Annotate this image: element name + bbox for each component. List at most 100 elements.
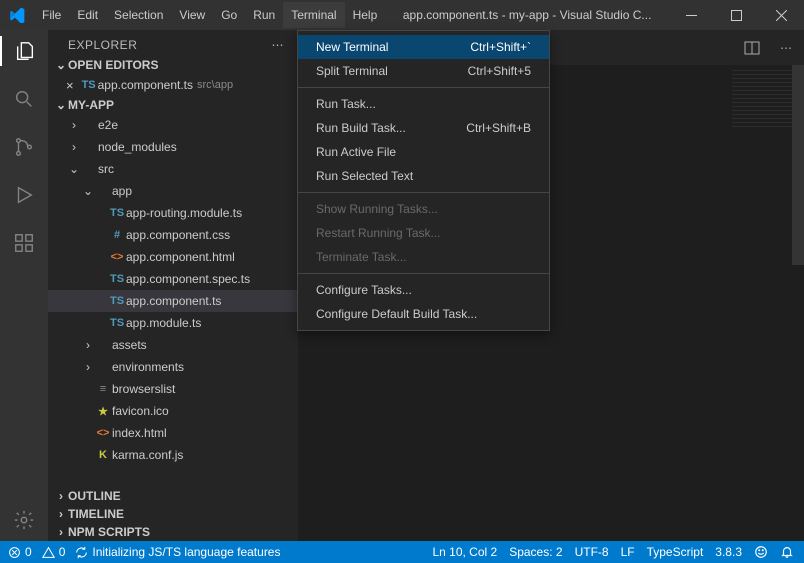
status-ts-version[interactable]: 3.8.3 xyxy=(715,545,742,559)
menu-edit[interactable]: Edit xyxy=(69,2,106,28)
chevron-down-icon: ⌄ xyxy=(54,58,68,72)
minimize-button[interactable] xyxy=(669,0,714,30)
menu-item-shortcut: Ctrl+Shift+` xyxy=(470,40,531,54)
ts-icon: TS xyxy=(108,295,126,307)
menu-item-label: Run Task... xyxy=(316,97,376,111)
explorer-icon[interactable] xyxy=(0,36,48,66)
tree-item-app-component-spec-ts[interactable]: TSapp.component.spec.ts xyxy=(48,268,298,290)
status-lncol[interactable]: Ln 10, Col 2 xyxy=(432,545,497,559)
init-text: Initializing JS/TS language features xyxy=(92,545,280,559)
tree-item-label: app.component.html xyxy=(126,250,235,264)
project-header[interactable]: ⌄ MY-APP xyxy=(48,96,298,114)
open-editors-label: OPEN EDITORS xyxy=(68,58,158,72)
tree-item-app[interactable]: ⌄app xyxy=(48,180,298,202)
status-errors[interactable]: 0 xyxy=(8,545,32,559)
ts-icon: TS xyxy=(108,273,126,285)
tree-item-label: app.module.ts xyxy=(126,316,201,330)
menu-item-configure-tasks[interactable]: Configure Tasks... xyxy=(298,278,549,302)
timeline-header[interactable]: › TIMELINE xyxy=(48,505,298,523)
maximize-button[interactable] xyxy=(714,0,759,30)
js-icon: K xyxy=(94,449,112,461)
tree-item-app-module-ts[interactable]: TSapp.module.ts xyxy=(48,312,298,334)
menu-item-run-task[interactable]: Run Task... xyxy=(298,92,549,116)
outline-header[interactable]: › OUTLINE xyxy=(48,487,298,505)
tree-item-assets[interactable]: ›assets xyxy=(48,334,298,356)
menu-item-label: Run Active File xyxy=(316,145,396,159)
open-editor-filename: app.component.ts xyxy=(98,78,193,92)
status-feedback-icon[interactable] xyxy=(754,545,768,559)
menu-item-label: Run Build Task... xyxy=(316,121,406,135)
status-warnings[interactable]: 0 xyxy=(42,545,66,559)
npm-scripts-header[interactable]: › NPM SCRIPTS xyxy=(48,523,298,541)
split-editor-icon[interactable] xyxy=(744,40,768,56)
scrollbar-thumb[interactable] xyxy=(792,65,804,265)
menu-item-configure-default-build-task[interactable]: Configure Default Build Task... xyxy=(298,302,549,326)
source-control-icon[interactable] xyxy=(0,132,48,162)
tree-item-app-routing-module-ts[interactable]: TSapp-routing.module.ts xyxy=(48,202,298,224)
tree-item-app-component-ts[interactable]: TSapp.component.ts xyxy=(48,290,298,312)
tree-item-app-component-html[interactable]: <>app.component.html xyxy=(48,246,298,268)
status-eol[interactable]: LF xyxy=(621,545,635,559)
tree-item-e2e[interactable]: ›e2e xyxy=(48,114,298,136)
editor-more-icon[interactable]: ⋯ xyxy=(774,41,798,55)
open-editor-item[interactable]: × TS app.component.ts src\app xyxy=(48,74,298,96)
tree-item-label: favicon.ico xyxy=(112,404,169,418)
status-bar: 0 0 Initializing JS/TS language features… xyxy=(0,541,804,563)
menu-terminal[interactable]: Terminal xyxy=(283,2,344,28)
explorer-more-icon[interactable]: ⋯ xyxy=(272,38,285,52)
menu-run[interactable]: Run xyxy=(245,2,283,28)
menu-item-run-selected-text[interactable]: Run Selected Text xyxy=(298,164,549,188)
chevron-right-icon: › xyxy=(68,118,80,132)
status-language[interactable]: TypeScript xyxy=(647,545,704,559)
menu-view[interactable]: View xyxy=(171,2,213,28)
html-icon: <> xyxy=(108,251,126,263)
tree-item-browserslist[interactable]: ≡browserslist xyxy=(48,378,298,400)
explorer-sidebar: EXPLORER ⋯ ⌄ OPEN EDITORS × TS app.compo… xyxy=(48,30,298,541)
menu-item-new-terminal[interactable]: New Terminal Ctrl+Shift+` xyxy=(298,35,549,59)
close-button[interactable] xyxy=(759,0,804,30)
menu-item-label: Show Running Tasks... xyxy=(316,202,438,216)
menu-item-shortcut: Ctrl+Shift+5 xyxy=(468,64,531,78)
menu-go[interactable]: Go xyxy=(213,2,245,28)
search-icon[interactable] xyxy=(0,84,48,114)
vertical-scrollbar[interactable] xyxy=(792,65,804,541)
menu-item-run-active-file[interactable]: Run Active File xyxy=(298,140,549,164)
status-encoding[interactable]: UTF-8 xyxy=(575,545,609,559)
tree-item-karma-conf-js[interactable]: Kkarma.conf.js xyxy=(48,444,298,466)
tree-item-src[interactable]: ⌄src xyxy=(48,158,298,180)
status-language-init[interactable]: Initializing JS/TS language features xyxy=(75,545,280,559)
open-editor-path: src\app xyxy=(197,79,233,91)
terminal-menu-dropdown: New Terminal Ctrl+Shift+` Split TerminalCt… xyxy=(297,30,550,331)
tree-item-node-modules[interactable]: ›node_modules xyxy=(48,136,298,158)
tree-item-label: index.html xyxy=(112,426,167,440)
menu-separator xyxy=(298,87,549,88)
window-controls xyxy=(669,0,804,30)
menu-item-split-terminal[interactable]: Split TerminalCtrl+Shift+5 xyxy=(298,59,549,83)
menu-help[interactable]: Help xyxy=(345,2,386,28)
explorer-header: EXPLORER ⋯ xyxy=(48,30,298,56)
tree-item-index-html[interactable]: <>index.html xyxy=(48,422,298,444)
tree-item-environments[interactable]: ›environments xyxy=(48,356,298,378)
ts-icon: TS xyxy=(108,207,126,219)
tree-item-favicon-ico[interactable]: ★favicon.ico xyxy=(48,400,298,422)
run-debug-icon[interactable] xyxy=(0,180,48,210)
menu-item-run-build-task[interactable]: Run Build Task... Ctrl+Shift+B xyxy=(298,116,549,140)
menu-file[interactable]: File xyxy=(34,2,69,28)
outline-label: OUTLINE xyxy=(68,489,121,503)
tree-item-app-component-css[interactable]: #app.component.css xyxy=(48,224,298,246)
minimap[interactable] xyxy=(732,70,792,130)
close-editor-icon[interactable]: × xyxy=(66,78,74,93)
chevron-right-icon: › xyxy=(82,360,94,374)
menu-item-shortcut: Ctrl+Shift+B xyxy=(466,121,531,135)
extensions-icon[interactable] xyxy=(0,228,48,258)
status-bell-icon[interactable] xyxy=(780,545,794,559)
menu-separator xyxy=(298,273,549,274)
menu-item-terminate-task: Terminate Task... xyxy=(298,245,549,269)
menu-item-label: New Terminal xyxy=(316,40,388,54)
settings-gear-icon[interactable] xyxy=(0,505,48,535)
warnings-count: 0 xyxy=(59,545,66,559)
menu-selection[interactable]: Selection xyxy=(106,2,171,28)
open-editors-header[interactable]: ⌄ OPEN EDITORS xyxy=(48,56,298,74)
window-title: app.component.ts - my-app - Visual Studi… xyxy=(385,8,669,22)
status-spaces[interactable]: Spaces: 2 xyxy=(509,545,562,559)
